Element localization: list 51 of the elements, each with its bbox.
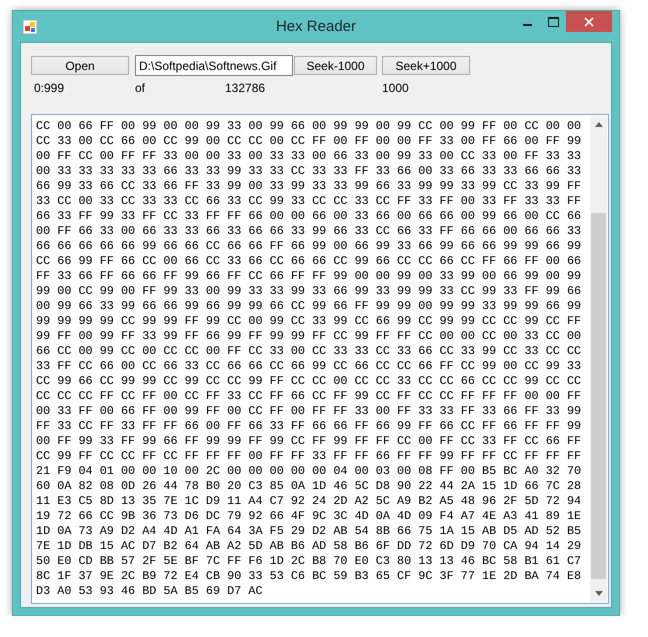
scroll-thumb[interactable] bbox=[591, 213, 606, 579]
scrollbar[interactable] bbox=[590, 116, 607, 602]
hex-line: 8C 1F 37 9E 2C B9 72 E4 CB 90 33 53 C6 BC 59 B3 65 CF 9C 3F 77 1E 2D BA 74 E8 bbox=[36, 569, 582, 584]
hex-line: 1D 0A 73 A9 D2 A4 4D A1 FA 64 3A F5 29 D2 AB 54 8B 66 75 1A 15 AB D5 AD 52 B5 bbox=[36, 524, 582, 539]
hex-line: 00 99 66 33 99 66 66 99 66 99 99 66 CC 99 66 FF 99 99 00 99 99 33 99 99 66 99 bbox=[36, 299, 582, 314]
hex-line: 00 33 FF 00 66 FF 00 99 FF 00 CC FF 00 FF FF 33 00 FF 33 33 FF 33 66 FF 33 99 bbox=[36, 404, 582, 419]
hex-line: CC 33 00 CC 66 00 CC 99 00 CC CC 00 CC FF 00 FF 00 00 FF 33 00 FF 66 00 FF 99 bbox=[36, 134, 582, 149]
hex-line: 00 FF 99 33 FF 99 66 FF 99 99 FF 99 CC FF 99 FF FF CC 00 FF CC 33 FF CC 66 FF bbox=[36, 434, 582, 449]
hex-line: CC CC CC FF CC FF 00 CC FF 33 CC FF 66 CC FF 99 CC FF CC CC FF FF FF 00 00 FF bbox=[36, 389, 582, 404]
hex-line: 21 F9 04 01 00 00 10 00 2C 00 00 00 00 00 04 00 03 00 08 FF 00 B5 BC A0 32 70 bbox=[36, 464, 582, 479]
hex-line: 11 E3 C5 8D 13 35 7E 1C D9 11 A4 C7 92 24 2D A2 5C A9 B2 A5 48 96 2F 5D 72 94 bbox=[36, 494, 582, 509]
close-button[interactable] bbox=[566, 11, 612, 32]
open-button[interactable]: Open bbox=[31, 56, 129, 75]
step-label: 1000 bbox=[382, 81, 409, 96]
hex-line: 00 FF 66 33 00 66 33 33 66 33 66 66 33 99 66 33 CC 66 33 FF 66 66 00 66 66 33 bbox=[36, 224, 582, 239]
hex-line: 60 0A 82 08 0D 26 44 78 B0 20 C3 85 0A 1D 46 5C D8 90 22 44 2A 15 1D 66 7C 28 bbox=[36, 479, 582, 494]
hex-line: 66 66 66 66 66 99 66 66 CC 66 66 FF 66 99 00 66 99 33 66 99 66 66 99 99 66 99 bbox=[36, 239, 582, 254]
of-label: of bbox=[135, 81, 146, 96]
hex-line: 33 FF CC 66 00 CC 66 33 CC 66 66 CC 66 99 CC 66 CC CC 66 FF CC 99 00 CC 99 33 bbox=[36, 359, 582, 374]
hex-line: 19 72 66 CC 9B 36 73 D6 DC 79 92 66 4F 9C 3C 4D 0A 4D 09 F4 A7 4E A3 41 89 1E bbox=[36, 509, 582, 524]
hex-line: CC 99 FF CC CC FF CC FF FF FF 00 FF FF 33 FF FF 66 FF FF 99 FF FF CC FF FF FF bbox=[36, 449, 582, 464]
hex-line: 7E 1D DB 15 AC D7 B2 64 AB A2 5D AB B6 AD 58 B6 6F DD 72 6D D9 70 CA 94 14 29 bbox=[36, 539, 582, 554]
hex-line: CC 00 66 FF 00 99 00 00 99 33 00 99 66 00 99 99 00 99 CC 00 99 FF 00 CC 00 00 bbox=[36, 119, 582, 134]
hex-line: 50 E0 CD BB 57 2F 5E BF 7C FF F6 1D 2C B8 70 E0 C3 80 13 13 46 BC 58 B1 61 C7 bbox=[36, 554, 582, 569]
scroll-up-icon[interactable] bbox=[594, 122, 602, 127]
hex-line: 99 00 CC 99 00 FF 99 33 00 99 33 33 99 33 66 99 33 99 99 33 CC 99 33 FF 99 66 bbox=[36, 284, 582, 299]
hex-line: CC 99 66 CC 99 99 CC 99 CC CC 99 FF CC CC 00 CC CC 33 CC CC 66 CC CC 99 CC CC bbox=[36, 374, 582, 389]
hex-line: FF 33 CC FF 33 FF FF 66 00 FF 66 33 FF 66 66 FF 66 99 FF 66 CC FF 66 FF FF 99 bbox=[36, 419, 582, 434]
minimize-icon bbox=[522, 24, 532, 26]
hex-line: 66 CC 00 99 CC 00 CC CC 00 FF CC 33 00 CC 33 33 CC 33 66 CC 33 99 CC 33 CC CC bbox=[36, 344, 582, 359]
hex-line: 00 33 33 33 33 33 66 33 33 99 33 33 CC 33 33 FF 33 66 00 33 66 33 33 66 66 33 bbox=[36, 164, 582, 179]
hex-line: 66 33 FF 99 33 FF CC 33 FF FF 66 00 00 66 00 33 66 00 66 66 00 99 66 00 CC 66 bbox=[36, 209, 582, 224]
hex-line: 99 FF 00 99 FF 33 99 FF 66 99 FF 99 99 FF CC 99 FF FF CC 00 00 CC 00 33 CC 00 bbox=[36, 329, 582, 344]
hex-line: 99 99 99 99 CC 99 99 FF 99 CC 00 99 CC 33 99 CC 66 99 CC 99 99 CC CC 99 CC FF bbox=[36, 314, 582, 329]
hex-line: 33 CC 00 33 CC 33 33 CC 66 33 CC 99 33 CC CC 33 CC FF 33 FF 00 33 FF 33 33 FF bbox=[36, 194, 582, 209]
total-label: 132786 bbox=[225, 81, 266, 96]
scroll-down-icon[interactable] bbox=[594, 591, 602, 596]
file-path-field[interactable]: D:\Softpedia\Softnews.Gif bbox=[135, 55, 293, 76]
hex-line: FF 33 66 FF 66 66 FF 99 66 FF CC 66 FF FF 99 00 00 99 00 33 99 00 66 99 00 99 bbox=[36, 269, 582, 284]
app-icon bbox=[23, 20, 37, 34]
seek-back-button[interactable]: Seek-1000 bbox=[294, 56, 377, 75]
hex-line: CC 66 99 FF 66 CC 00 66 CC 33 66 CC 66 66 CC 99 66 CC CC 66 CC FF 66 FF 00 66 bbox=[36, 254, 582, 269]
hex-line: 66 99 33 66 CC 33 66 FF 33 99 00 33 99 33 33 99 66 33 99 99 33 99 CC 33 99 FF bbox=[36, 179, 582, 194]
hex-line: 00 FF CC 00 FF FF 33 00 00 33 00 33 33 00 66 33 00 99 33 00 CC 33 00 FF 33 33 bbox=[36, 149, 582, 164]
close-icon bbox=[584, 16, 594, 26]
window-title: Hex Reader bbox=[276, 18, 356, 35]
seek-forward-button[interactable]: Seek+1000 bbox=[382, 56, 470, 75]
maximize-icon bbox=[548, 16, 558, 26]
hex-text-area[interactable] bbox=[31, 114, 609, 604]
hex-line: D3 A0 53 93 46 BD 5A B5 69 D7 AC bbox=[36, 584, 263, 599]
range-label: 0:999 bbox=[34, 81, 66, 96]
